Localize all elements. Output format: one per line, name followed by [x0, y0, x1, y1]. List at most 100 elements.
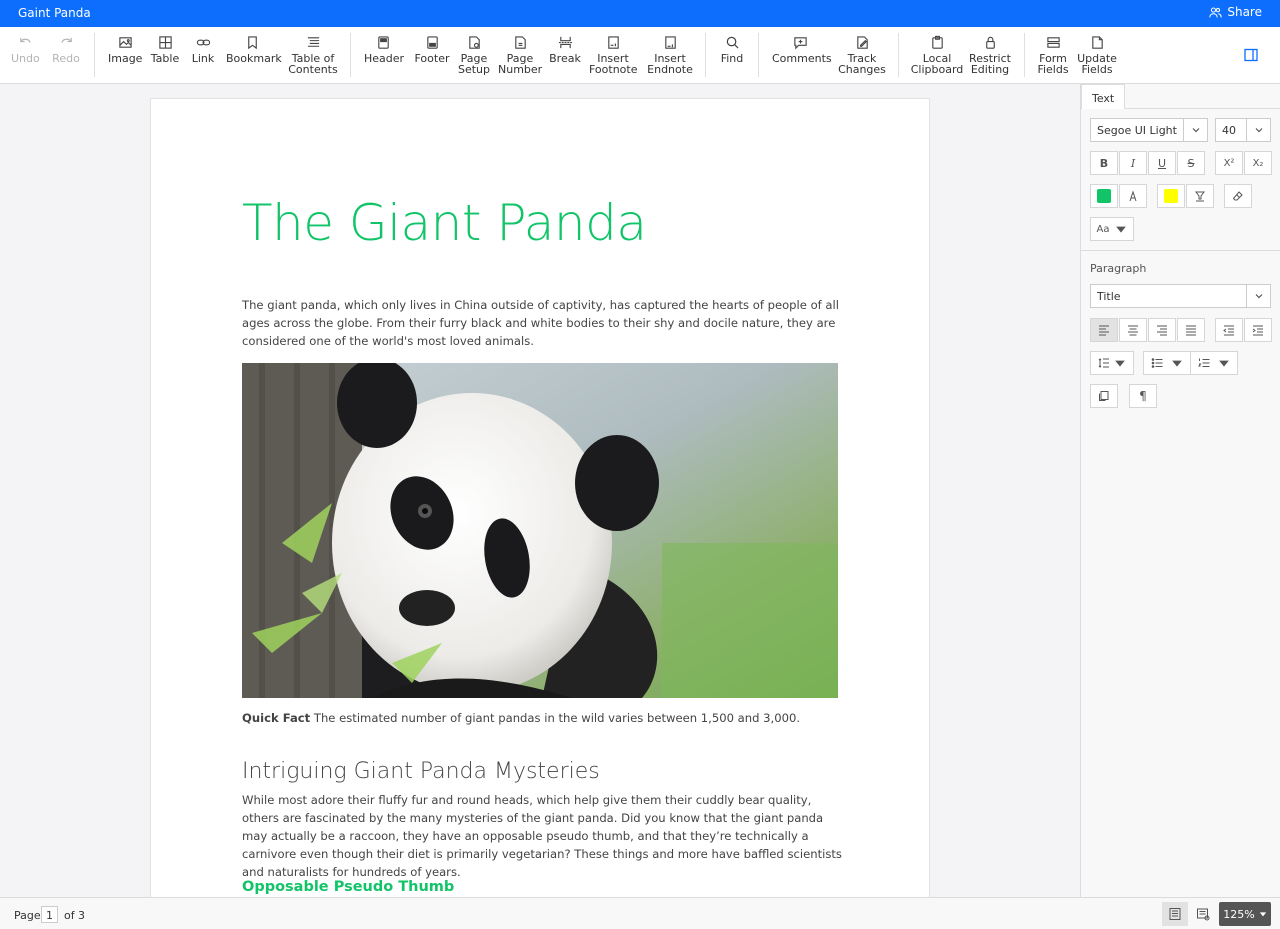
page-setup-button[interactable]: Page Setup	[457, 33, 491, 75]
form-fields-label-2: Fields	[1037, 63, 1069, 76]
increase-indent-button[interactable]	[1244, 318, 1272, 342]
clear-formatting-button[interactable]	[1224, 184, 1252, 208]
numbered-list-button[interactable]	[1190, 351, 1238, 375]
subsection-heading[interactable]: Opposable Pseudo Thumb	[242, 879, 454, 895]
change-case-button[interactable]: Aa	[1090, 217, 1134, 241]
bullet-list-button[interactable]	[1143, 351, 1191, 375]
page-setup-label-2: Setup	[457, 63, 491, 76]
find-button[interactable]: Find	[717, 33, 747, 64]
track-changes-label-2: Changes	[838, 63, 886, 76]
align-left-button[interactable]	[1090, 318, 1118, 342]
current-page-input[interactable]: 1	[41, 906, 58, 923]
bookmark-icon	[247, 35, 257, 49]
update-fields-icon	[1091, 35, 1103, 49]
caret-down-icon	[1219, 360, 1229, 367]
search-icon	[726, 36, 739, 49]
align-right-button[interactable]	[1148, 318, 1176, 342]
align-right-icon	[1157, 325, 1167, 336]
font-family-select[interactable]: Segoe UI Light	[1090, 118, 1208, 142]
table-button[interactable]: Table	[150, 33, 180, 64]
print-layout-button[interactable]	[1162, 902, 1188, 926]
footer-button[interactable]: Footer	[414, 33, 450, 64]
redo-label: Redo	[52, 52, 80, 65]
status-bar: Page 1 of 3 125%	[0, 897, 1280, 929]
web-layout-icon	[1197, 908, 1210, 921]
header-icon	[377, 35, 389, 49]
toolbar-separator	[350, 33, 351, 77]
table-of-contents-button[interactable]: Table of Contents	[288, 33, 338, 75]
web-layout-button[interactable]	[1190, 902, 1216, 926]
track-changes-button[interactable]: Track Changes	[838, 33, 886, 75]
break-label: Break	[549, 52, 581, 65]
font-size-select[interactable]: 40	[1215, 118, 1271, 142]
form-fields-icon	[1046, 36, 1060, 48]
undo-icon	[19, 37, 31, 43]
redo-button[interactable]: Redo	[52, 33, 80, 64]
align-center-button[interactable]	[1119, 318, 1147, 342]
strikethrough-button[interactable]: S	[1177, 151, 1205, 175]
page-number-button[interactable]: Page Number	[498, 33, 542, 75]
footer-label: Footer	[414, 52, 450, 65]
italic-button[interactable]: I	[1119, 151, 1147, 175]
show-hide-marks-button[interactable]: ¶	[1129, 384, 1157, 408]
font-color-dropdown[interactable]	[1119, 184, 1147, 208]
restrict-editing-button[interactable]: Restrict Editing	[968, 33, 1012, 75]
mysteries-paragraph[interactable]: While most adore their fluffy fur and ro…	[242, 791, 842, 881]
endnote-icon	[664, 35, 676, 49]
zoom-select[interactable]: 125%	[1219, 902, 1271, 926]
font-color-button[interactable]	[1090, 184, 1118, 208]
tab-divider	[1124, 108, 1280, 109]
justify-button[interactable]	[1177, 318, 1205, 342]
highlight-color-button[interactable]	[1157, 184, 1185, 208]
intro-paragraph[interactable]: The giant panda, which only lives in Chi…	[242, 296, 842, 350]
document-canvas[interactable]: The Giant Panda The giant panda, which o…	[0, 84, 1080, 897]
header-button[interactable]: Header	[364, 33, 404, 64]
document-page[interactable]: The Giant Panda The giant panda, which o…	[150, 98, 930, 897]
document-heading[interactable]: The Giant Panda	[242, 194, 647, 252]
insert-endnote-button[interactable]: Insert Endnote	[646, 33, 694, 75]
image-button[interactable]: Image	[108, 33, 142, 64]
paragraph-style-select[interactable]: Title	[1090, 284, 1271, 308]
align-center-icon	[1128, 325, 1138, 336]
comments-button[interactable]: Comments	[772, 33, 832, 64]
update-fields-button[interactable]: Update Fields	[1077, 33, 1117, 75]
share-button[interactable]: Share	[1209, 5, 1262, 19]
section-heading[interactable]: Intriguing Giant Panda Mysteries	[242, 759, 600, 784]
line-spacing-button[interactable]	[1090, 351, 1134, 375]
bold-button[interactable]: B	[1090, 151, 1118, 175]
link-button[interactable]: Link	[190, 33, 216, 64]
subscript-button[interactable]: X₂	[1244, 151, 1272, 175]
tab-text[interactable]: Text	[1081, 84, 1125, 109]
highlight-swatch	[1164, 189, 1178, 203]
panel-divider	[1081, 250, 1280, 251]
link-icon	[196, 39, 210, 45]
highlight-dropdown[interactable]	[1186, 184, 1214, 208]
highlighter-icon	[1195, 191, 1205, 202]
properties-pane-toggle-icon[interactable]	[1244, 48, 1258, 62]
toolbar: Undo Redo Image Table Link Bookmark Tabl…	[0, 27, 1280, 84]
bookmark-button[interactable]: Bookmark	[226, 33, 282, 64]
form-fields-button[interactable]: Form Fields	[1036, 33, 1070, 75]
decrease-indent-button[interactable]	[1215, 318, 1243, 342]
footnote-icon	[607, 35, 619, 49]
total-pages: 3	[78, 909, 85, 922]
caption-text: The estimated number of giant pandas in …	[310, 711, 801, 725]
quick-fact-caption[interactable]: Quick Fact The estimated number of giant…	[242, 709, 842, 727]
lock-icon	[985, 36, 995, 49]
font-family-value: Segoe UI Light	[1097, 124, 1177, 137]
bold-label: B	[1099, 156, 1109, 170]
toolbar-separator	[94, 33, 95, 77]
outdent-icon	[1223, 325, 1234, 336]
break-button[interactable]: Break	[549, 33, 581, 64]
underline-button[interactable]: U	[1148, 151, 1176, 175]
indent-icon	[1252, 325, 1263, 336]
link-label: Link	[191, 52, 215, 65]
undo-button[interactable]: Undo	[11, 33, 40, 64]
superscript-button[interactable]: X²	[1215, 151, 1243, 175]
title-bar: Gaint Panda Share	[0, 0, 1280, 27]
insert-footnote-button[interactable]: Insert Footnote	[589, 33, 638, 75]
zoom-value: 125%	[1223, 907, 1255, 921]
panda-photo[interactable]	[242, 363, 838, 698]
copy-format-button[interactable]	[1090, 384, 1118, 408]
local-clipboard-button[interactable]: Local Clipboard	[910, 33, 964, 75]
